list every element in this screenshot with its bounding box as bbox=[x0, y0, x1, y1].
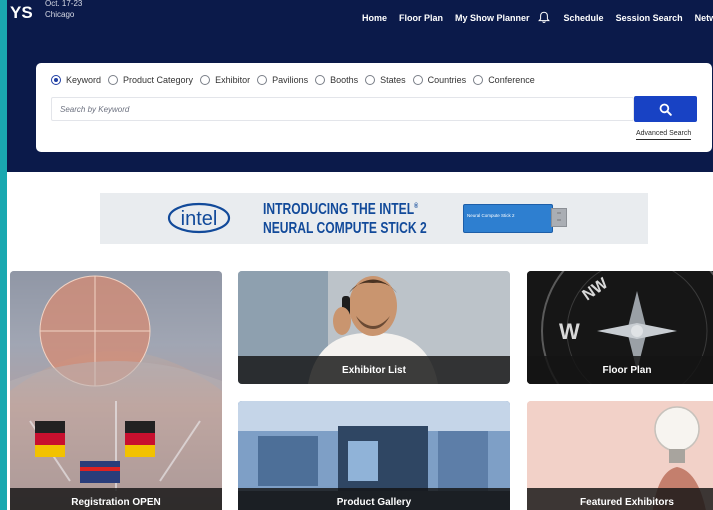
event-city: Chicago bbox=[45, 10, 75, 19]
tile-caption: Registration OPEN bbox=[10, 488, 222, 510]
radio-product-category[interactable]: Product Category bbox=[108, 75, 193, 85]
bell-icon[interactable] bbox=[537, 11, 550, 24]
compute-stick-label: Neural Compute Stick 2 bbox=[467, 213, 515, 218]
trademark-symbol: ® bbox=[414, 203, 419, 210]
tile-product-gallery[interactable]: Product Gallery bbox=[238, 401, 510, 510]
logo[interactable]: YS bbox=[10, 3, 33, 23]
radio-label: Product Category bbox=[123, 75, 194, 85]
radio-label: Exhibitor bbox=[215, 75, 251, 85]
radio-icon bbox=[315, 75, 326, 85]
nav-session-search[interactable]: Session Search bbox=[616, 13, 683, 23]
nav-floor-plan[interactable]: Floor Plan bbox=[399, 13, 443, 23]
radio-exhibitor[interactable]: Exhibitor bbox=[200, 75, 250, 85]
intel-logo: intel bbox=[167, 202, 231, 234]
radio-label: Countries bbox=[427, 75, 467, 85]
radio-states[interactable]: States bbox=[365, 75, 406, 85]
search-type-options: Keyword Product Category Exhibitor Pavil… bbox=[51, 75, 542, 85]
site-header: YS Oct. 17-23 Chicago Home Floor Plan My… bbox=[7, 0, 713, 172]
tile-caption: Exhibitor List bbox=[238, 356, 510, 384]
top-nav: Home Floor Plan My Show Planner Schedule… bbox=[362, 11, 713, 24]
radio-label: Conference bbox=[488, 75, 535, 85]
radio-icon bbox=[257, 75, 268, 85]
nav-networking[interactable]: Netw bbox=[695, 13, 713, 23]
nav-home[interactable]: Home bbox=[362, 13, 387, 23]
search-button[interactable] bbox=[634, 96, 697, 122]
radio-selected-icon bbox=[51, 75, 61, 85]
advanced-search-link[interactable]: Advanced Search bbox=[636, 130, 692, 140]
radio-label: Booths bbox=[330, 75, 359, 85]
nav-my-show-planner[interactable]: My Show Planner bbox=[455, 13, 530, 23]
compass-letter-w: W bbox=[559, 319, 580, 344]
compute-stick-cap: ▭ ▭ bbox=[551, 208, 567, 227]
tile-registration[interactable]: Registration OPEN bbox=[10, 271, 222, 510]
event-dates: Oct. 17-23 bbox=[45, 0, 83, 8]
radio-label: Keyword bbox=[66, 75, 102, 85]
event-info: Oct. 17-23 Chicago bbox=[45, 0, 82, 20]
radio-label: States bbox=[380, 75, 406, 85]
banner-headline-line2: NEURAL COMPUTE STICK 2 bbox=[263, 220, 427, 238]
page: YS Oct. 17-23 Chicago Home Floor Plan My… bbox=[7, 0, 713, 510]
radio-label: Pavilions bbox=[272, 75, 309, 85]
intel-logo-text: intel bbox=[181, 208, 218, 230]
banner-headline: INTRODUCING THE INTEL® NEURAL COMPUTE ST… bbox=[263, 197, 427, 238]
tile-exhibitor-list[interactable]: Exhibitor List bbox=[238, 271, 510, 384]
radio-conference[interactable]: Conference bbox=[473, 75, 535, 85]
radio-pavilions[interactable]: Pavilions bbox=[257, 75, 308, 85]
radio-booths[interactable]: Booths bbox=[315, 75, 358, 85]
tile-caption: Floor Plan bbox=[527, 356, 713, 384]
tile-caption: Featured Exhibitors bbox=[527, 488, 713, 510]
tile-floor-plan[interactable]: W NW Floor Plan bbox=[527, 271, 713, 384]
nav-schedule[interactable]: Schedule bbox=[564, 13, 604, 23]
intel-ad-banner[interactable]: intel INTRODUCING THE INTEL® NEURAL COMP… bbox=[100, 193, 648, 244]
tile-featured-exhibitors[interactable]: Featured Exhibitors bbox=[527, 401, 713, 510]
search-icon bbox=[659, 103, 672, 116]
compute-stick-image: Neural Compute Stick 2 bbox=[463, 204, 553, 233]
tile-caption: Product Gallery bbox=[238, 488, 510, 510]
search-panel: Keyword Product Category Exhibitor Pavil… bbox=[36, 63, 712, 152]
radio-icon bbox=[365, 75, 376, 85]
radio-icon bbox=[108, 75, 119, 85]
radio-icon bbox=[412, 75, 423, 85]
radio-icon bbox=[200, 75, 211, 85]
radio-countries[interactable]: Countries bbox=[412, 75, 467, 85]
terminal-dome-image bbox=[10, 271, 222, 510]
radio-icon bbox=[473, 75, 484, 85]
search-input[interactable] bbox=[51, 97, 634, 121]
banner-headline-line1: INTRODUCING THE INTEL bbox=[263, 201, 415, 219]
radio-keyword[interactable]: Keyword bbox=[51, 75, 101, 85]
